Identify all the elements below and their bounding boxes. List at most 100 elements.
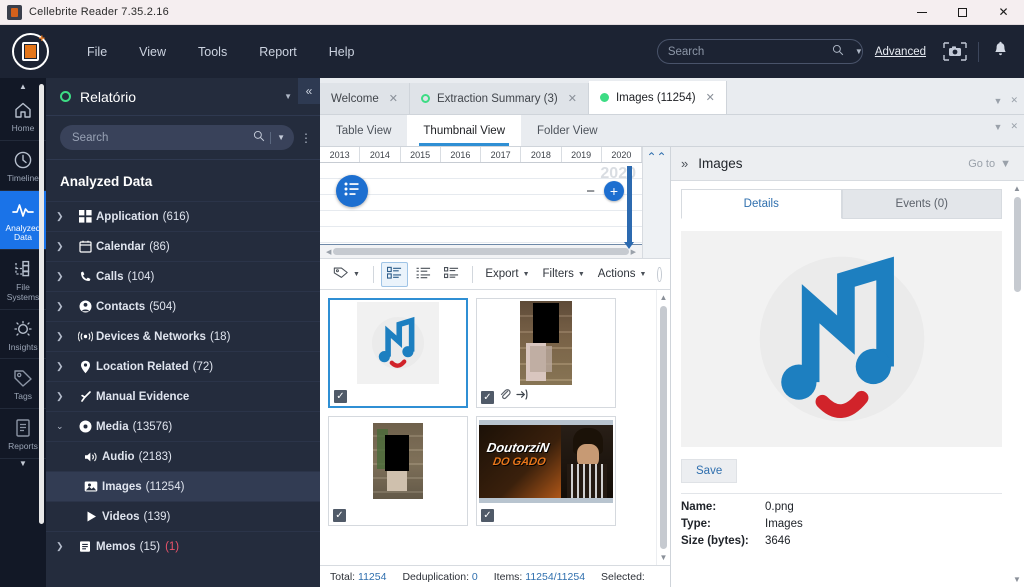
paperclip-icon[interactable] xyxy=(499,388,511,406)
close-button[interactable]: ✕ xyxy=(983,0,1024,25)
thumbnail-scrollbar[interactable]: ▲ ▼ xyxy=(656,290,670,565)
actions-button[interactable]: Actions ▼ xyxy=(593,265,652,283)
tab-close-icon[interactable]: ✕ xyxy=(568,92,577,105)
menu-view[interactable]: View xyxy=(123,39,182,65)
zoom-out-button[interactable]: − xyxy=(586,184,595,199)
chevron-right-icon[interactable]: ❯ xyxy=(56,271,74,282)
tab-list-chevron-down-icon[interactable]: ▼ xyxy=(994,96,1003,106)
timeline-plot-area[interactable]: 2020 − + xyxy=(320,163,642,249)
thumbnail-item[interactable]: ✓ xyxy=(328,416,468,526)
image-preview[interactable] xyxy=(681,231,1002,447)
goto-label[interactable]: Go to xyxy=(968,158,995,170)
thumbnail-scroll-thumb[interactable] xyxy=(660,306,667,549)
timeline-bar-2020[interactable] xyxy=(624,166,634,249)
toolbar-overflow-button[interactable] xyxy=(657,266,663,282)
tree-node-memos[interactable]: ❯ Memos (15) (1) xyxy=(46,531,320,561)
maximize-button[interactable] xyxy=(942,0,983,25)
chevron-down-icon[interactable]: ⌄ xyxy=(56,421,74,432)
chevron-right-icon[interactable]: ❯ xyxy=(56,391,74,402)
tree-node-audio[interactable]: Audio (2183) xyxy=(46,441,320,471)
scroll-up-icon[interactable]: ▲ xyxy=(1013,184,1021,193)
camera-icon[interactable] xyxy=(942,41,968,62)
goto-chevron-down-icon[interactable]: ▼ xyxy=(1000,158,1011,170)
timeline-collapse-button[interactable]: ⌃⌃ xyxy=(642,147,670,258)
scroll-down-icon[interactable]: ▼ xyxy=(660,553,668,562)
view-close-icon[interactable]: ✕ xyxy=(1010,121,1018,132)
zoom-in-button[interactable]: + xyxy=(604,181,624,201)
tree-search[interactable]: ▼ xyxy=(60,125,294,150)
scroll-down-icon[interactable]: ▼ xyxy=(1013,575,1021,584)
timeline-list-button[interactable] xyxy=(336,175,368,207)
thumbnail-checkbox[interactable]: ✓ xyxy=(481,390,494,404)
tab-table-view[interactable]: Table View xyxy=(320,115,407,146)
tree-node-calendar[interactable]: ❯ Calendar (86) xyxy=(46,231,320,261)
scroll-left-icon[interactable]: ◀ xyxy=(324,248,333,256)
minimize-button[interactable] xyxy=(901,0,942,25)
chevron-right-icon[interactable]: ❯ xyxy=(56,241,74,252)
thumbnail-checkbox[interactable]: ✓ xyxy=(333,508,346,522)
tree-node-images[interactable]: Images (11254) xyxy=(46,471,320,501)
tab-folder-view[interactable]: Folder View xyxy=(521,115,614,146)
tab-close-all-icon[interactable]: ✕ xyxy=(1010,95,1018,106)
tree-node-application[interactable]: ❯ Application (616) xyxy=(46,201,320,231)
timeline-scroll-thumb[interactable] xyxy=(333,248,629,255)
tree-node-devices-networks[interactable]: ❯ Devices & Networks (18) xyxy=(46,321,320,351)
search-options-chevron-down-icon[interactable]: ▼ xyxy=(850,47,871,56)
tree-search-kebab-menu-icon[interactable]: ⋮ xyxy=(300,131,312,145)
thumbnail-checkbox[interactable]: ✓ xyxy=(334,389,347,403)
thumbnail-checkbox[interactable]: ✓ xyxy=(481,508,494,522)
global-search-input[interactable] xyxy=(657,45,832,58)
tree-node-videos[interactable]: Videos (139) xyxy=(46,501,320,531)
details-scroll-thumb[interactable] xyxy=(1013,197,1021,292)
view-mode-compact-button[interactable] xyxy=(439,263,464,286)
export-button[interactable]: Export ▼ xyxy=(480,265,534,283)
timeline-histogram[interactable]: 2013 2014 2015 2016 2017 2018 2019 2020 … xyxy=(320,147,642,258)
chevron-right-icon[interactable]: ❯ xyxy=(56,361,74,372)
tree-node-location-related[interactable]: ❯ Location Related (72) xyxy=(46,351,320,381)
scroll-up-icon[interactable]: ▲ xyxy=(660,293,668,302)
view-list-chevron-down-icon[interactable]: ▼ xyxy=(994,122,1003,132)
chevrons-right-icon[interactable]: » xyxy=(681,156,688,171)
advanced-search-link[interactable]: Advanced xyxy=(875,46,926,58)
tab-details[interactable]: Details xyxy=(681,189,842,219)
open-in-icon[interactable] xyxy=(516,388,528,406)
tag-button[interactable]: ▼ xyxy=(328,263,365,285)
bell-icon[interactable] xyxy=(993,41,1008,63)
tab-close-icon[interactable]: ✕ xyxy=(706,91,715,104)
tab-images[interactable]: Images (11254) ✕ xyxy=(588,81,727,114)
rail-scroll-down-icon[interactable]: ▼ xyxy=(19,459,27,468)
tree-node-media[interactable]: ⌄ Media (13576) xyxy=(46,411,320,441)
view-mode-detail-button[interactable] xyxy=(381,261,409,287)
menu-file[interactable]: File xyxy=(71,39,123,65)
chevron-right-icon[interactable]: ❯ xyxy=(56,331,74,342)
global-search[interactable]: ▼ xyxy=(656,39,863,64)
filters-button[interactable]: Filters ▼ xyxy=(538,265,590,283)
tree-node-calls[interactable]: ❯ Calls (104) xyxy=(46,261,320,291)
menu-tools[interactable]: Tools xyxy=(182,39,243,65)
chevron-right-icon[interactable]: ❯ xyxy=(56,211,74,222)
report-chevron-down-icon[interactable]: ▼ xyxy=(276,92,300,101)
tab-thumbnail-view[interactable]: Thumbnail View xyxy=(407,115,522,146)
tree-search-input[interactable] xyxy=(60,131,254,144)
tab-events[interactable]: Events (0) xyxy=(841,189,1002,219)
tab-welcome[interactable]: Welcome ✕ xyxy=(320,83,410,114)
menu-help[interactable]: Help xyxy=(313,39,371,65)
thumbnail-item[interactable]: DoutorziN DO GADO ✓ xyxy=(476,416,616,526)
chevron-right-icon[interactable]: ❯ xyxy=(56,541,74,552)
menu-report[interactable]: Report xyxy=(243,39,313,65)
view-mode-tree-button[interactable] xyxy=(411,263,436,286)
rail-scrollbar[interactable] xyxy=(39,84,44,524)
chevron-right-icon[interactable]: ❯ xyxy=(56,301,74,312)
tab-extraction-summary[interactable]: Extraction Summary (3) ✕ xyxy=(409,83,589,114)
tree-node-contacts[interactable]: ❯ Contacts (504) xyxy=(46,291,320,321)
tree-search-chevron-down-icon[interactable]: ▼ xyxy=(271,133,294,142)
rail-scroll-up-icon[interactable]: ▲ xyxy=(19,82,27,91)
tab-close-icon[interactable]: ✕ xyxy=(389,92,398,105)
save-button[interactable]: Save xyxy=(681,459,738,483)
timeline-horizontal-scrollbar[interactable]: ◀ ▶ xyxy=(320,245,642,258)
thumbnail-item[interactable]: ✓ xyxy=(476,298,616,408)
collapse-panel-button[interactable]: « xyxy=(298,78,320,104)
details-scrollbar[interactable]: ▲ ▼ xyxy=(1010,181,1024,587)
tree-node-manual-evidence[interactable]: ❯ Manual Evidence xyxy=(46,381,320,411)
thumbnail-item[interactable]: ✓ xyxy=(328,298,468,408)
